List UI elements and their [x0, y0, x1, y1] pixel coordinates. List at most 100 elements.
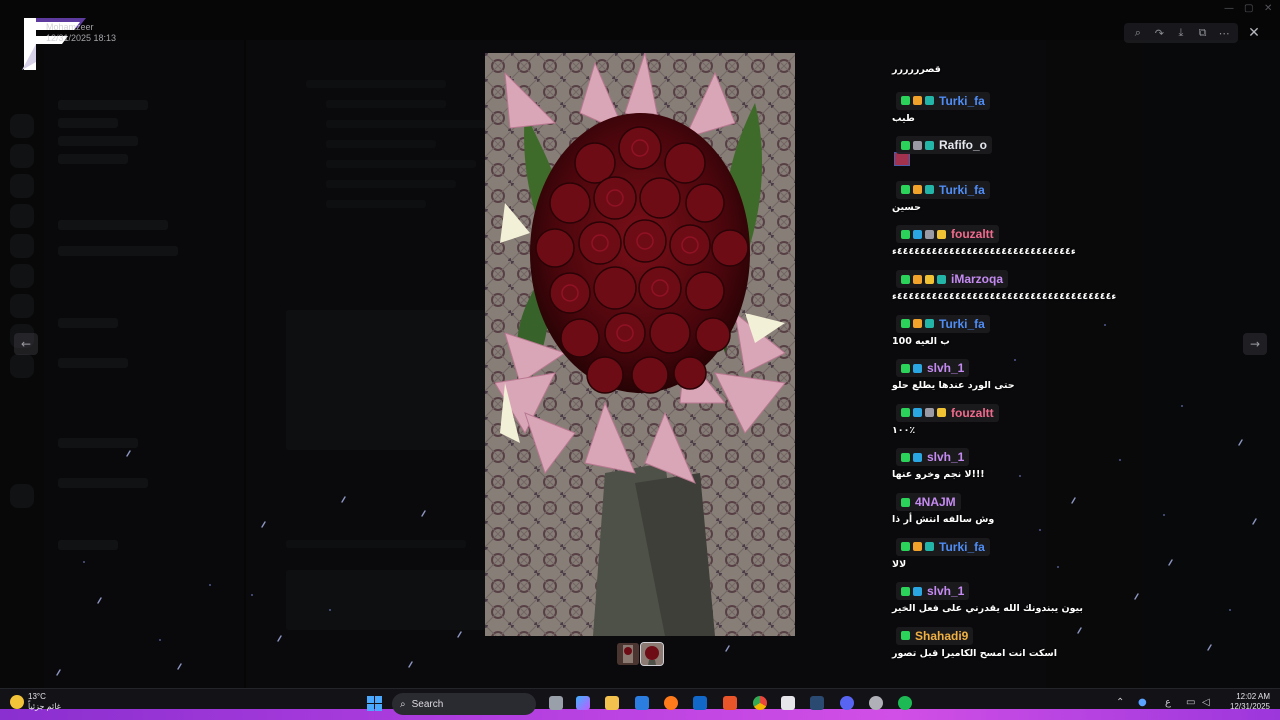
chat-badge-icon [925, 140, 934, 150]
clock[interactable]: 12:02 AM 12/31/2025 [1226, 692, 1270, 712]
chat-badge-icon [901, 631, 910, 641]
microphone-icon[interactable]: ● [1138, 697, 1147, 708]
share-icon[interactable]: ↷ [1150, 23, 1170, 43]
chat-username: Turki_fa [939, 93, 985, 108]
open-external-icon[interactable]: ⧉ [1193, 23, 1213, 43]
thumbnail-active[interactable] [640, 642, 664, 666]
chat-badge-icon [913, 586, 922, 596]
chat-username-chip[interactable]: slvh_1 [896, 448, 970, 467]
chat-badge-icon [925, 408, 934, 418]
emote-image [894, 152, 910, 166]
top-user-sub: 12/31/2025 18:13 [46, 33, 117, 43]
chat-username-chip[interactable]: fouzaltt [896, 403, 999, 422]
arrow-right-icon[interactable]: → [1243, 333, 1267, 355]
minimize-icon[interactable]: — [1224, 3, 1234, 14]
chat-username-chip[interactable]: Turki_fa [896, 537, 990, 556]
chat-badge-icon [913, 452, 922, 462]
download-icon[interactable]: ⤓ [1171, 23, 1191, 43]
screen: Mohamzeer 12/31/2025 18:13 — ▢ ✕ ⌕ ↷ ⤓ ⧉… [0, 0, 1280, 720]
thumbnail-strip [617, 642, 664, 666]
chat-username: Turki_fa [939, 539, 985, 554]
chevron-up-icon[interactable]: ⌃ [1116, 697, 1124, 708]
chat-username-chip[interactable]: Turki_fa [896, 314, 990, 333]
top-user-name: Mohamzeer [46, 22, 94, 32]
image-toolbar: ⌕ ↷ ⤓ ⧉ ⋯ [1124, 23, 1238, 43]
weather-widget[interactable]: 13°C غائم جزئياً [10, 692, 61, 712]
chat-badge-icon [901, 229, 910, 239]
chat-username-chip[interactable]: iMarzoqa [896, 270, 1009, 288]
taskbar-accent [0, 709, 1280, 720]
chat-message-text: اسكت انت امسح الكاميرا قبل تصور [892, 647, 1058, 659]
chat-username: fouzaltt [951, 405, 994, 420]
chat-message-text: لالا [892, 558, 907, 570]
language-indicator[interactable]: ع [1165, 697, 1171, 708]
search-icon: ⌕ [400, 698, 406, 710]
chat-username-chip[interactable]: 4NAJM [896, 493, 961, 511]
chat-badge-icon [901, 140, 910, 150]
taskbar-search[interactable]: ⌕ Search [392, 693, 536, 715]
chat-badge-icon [901, 497, 910, 507]
app-icon[interactable] [723, 696, 737, 710]
chat-message-text: قصرررررر [892, 64, 941, 75]
weather-temperature: 13°C [28, 692, 46, 701]
chat-badge-icon [901, 586, 910, 596]
chat-message-text: بيون يبندونك الله يقدرني على فعل الخير [892, 603, 1083, 615]
chat-username: slvh_1 [927, 584, 965, 599]
chat-message-text: ١٠٠٪ [892, 424, 916, 436]
chat-username: Turki_fa [939, 316, 985, 331]
chat-badge-icon [901, 542, 910, 552]
copilot-icon[interactable] [576, 696, 590, 710]
spotify-icon[interactable] [898, 696, 912, 710]
zoom-icon[interactable]: ⌕ [1128, 23, 1148, 43]
chat-badge-icon [913, 185, 922, 195]
chat-username-chip[interactable]: Turki_fa [896, 180, 990, 199]
steam-icon[interactable] [810, 696, 824, 710]
chat-badge-icon [937, 408, 946, 418]
chat-badge-icon [925, 185, 934, 195]
chat-username-chip[interactable]: Shahadi9 [896, 626, 974, 645]
weather-condition: غائم جزئياً [28, 702, 61, 711]
chat-message-text: ب العيه 100 [892, 335, 950, 347]
file-explorer-icon[interactable] [605, 696, 619, 710]
discord-icon[interactable] [840, 696, 854, 710]
windows-start-icon[interactable] [367, 696, 383, 712]
close-icon[interactable]: ✕ [1244, 23, 1264, 43]
chat-badge-icon [913, 363, 922, 373]
chat-badge-icon [901, 274, 910, 284]
chat-badge-icon [925, 274, 934, 284]
chat-username-chip[interactable]: slvh_1 [896, 582, 970, 601]
outlook-icon[interactable] [693, 696, 707, 710]
firefox-icon[interactable] [664, 696, 678, 710]
chat-badge-icon [901, 96, 910, 106]
chat-username-chip[interactable]: Rafifo_o [896, 136, 992, 155]
window-close-icon[interactable]: ✕ [1264, 3, 1272, 14]
chat-badge-icon [925, 229, 934, 239]
chat-username: Shahadi9 [915, 628, 969, 643]
chat-message-text: ء٤٤٤٤٤٤٤٤٤٤٤٤٤٤٤٤٤٤٤٤٤٤٤٤٤٤٤٤٤٤ء [892, 246, 1076, 258]
chat-username: Rafifo_o [939, 138, 987, 153]
arrow-left-icon[interactable]: ← [14, 333, 38, 355]
chat-username: 4NAJM [915, 495, 956, 509]
chat-username-chip[interactable]: Turki_fa [896, 91, 990, 110]
more-icon[interactable]: ⋯ [1214, 23, 1234, 43]
notes-icon[interactable] [781, 696, 795, 710]
chat-username: slvh_1 [927, 361, 965, 376]
chat-message-text: ء٤٤٤٤٤٤٤٤٤٤٤٤٤٤٤٤٤٤٤٤٤٤٤٤٤٤٤٤٤٤٤٤٤٤٤٤٤ء [892, 291, 1117, 302]
edge-icon[interactable] [635, 696, 649, 710]
chat-username-chip[interactable]: fouzaltt [896, 225, 999, 244]
thumbnail[interactable] [617, 643, 639, 665]
volume-icon[interactable]: ◁ [1202, 697, 1210, 708]
clock-time: 12:02 AM [1236, 692, 1270, 701]
chat-badge-icon [913, 542, 922, 552]
chat-badge-icon [937, 229, 946, 239]
clock-date: 12/31/2025 [1229, 702, 1270, 711]
chat-message-text: حتى الورد عندها يطلع حلو [892, 380, 1015, 392]
task-view-icon[interactable] [549, 696, 563, 710]
chrome-icon[interactable] [753, 696, 767, 710]
maximize-icon[interactable]: ▢ [1244, 3, 1253, 14]
network-icon[interactable]: ▭ [1186, 697, 1195, 708]
chat-username: Turki_fa [939, 182, 985, 197]
chat-username-chip[interactable]: slvh_1 [896, 359, 970, 378]
chat-badge-icon [901, 319, 910, 329]
app-icon-2[interactable] [869, 696, 883, 710]
